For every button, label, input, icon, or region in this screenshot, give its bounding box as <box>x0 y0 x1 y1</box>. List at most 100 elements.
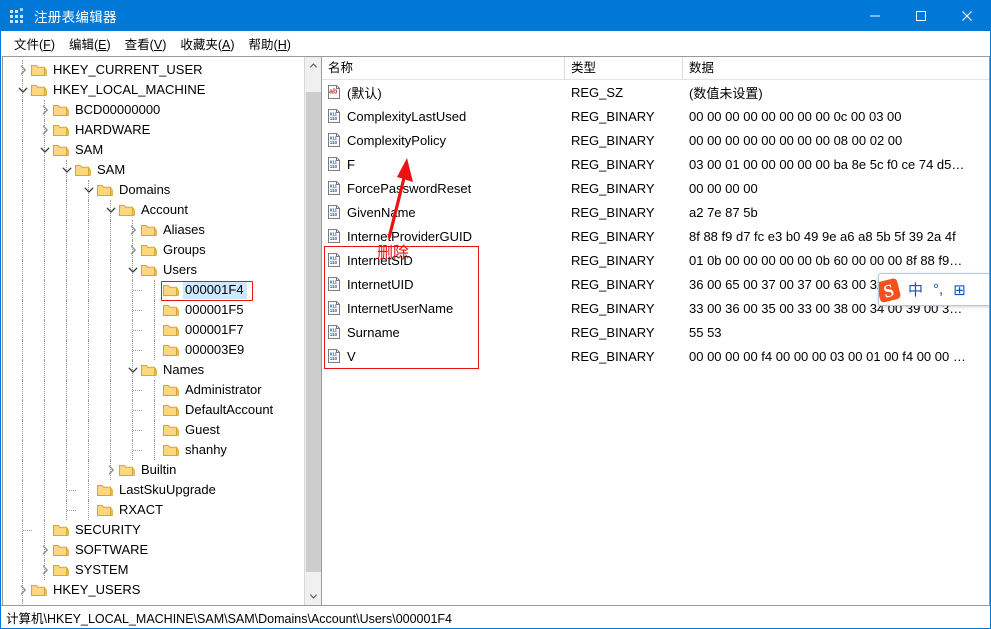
minimize-button[interactable] <box>852 1 898 31</box>
chevron-right-icon[interactable] <box>125 242 141 258</box>
tree-node-hkey-users[interactable]: HKEY_USERS <box>3 580 300 600</box>
binary-value-icon: 011 110 <box>326 180 342 196</box>
tree-node-domains[interactable]: Domains <box>3 180 300 200</box>
menu-file[interactable]: 文件(F) <box>7 32 62 55</box>
close-button[interactable] <box>944 1 990 31</box>
registry-tree[interactable]: HKEY_CURRENT_USER HKEY_LOCAL_MACHINE BCD00… <box>3 57 300 605</box>
tree-node-label: DefaultAccount <box>185 402 274 417</box>
value-row[interactable]: 011 110 InternetProviderGUID REG_BINARY 8f 8… <box>322 224 989 248</box>
tree-node-000001f7[interactable]: 000001F7 <box>3 320 300 340</box>
tree-node-000003e9[interactable]: 000003E9 <box>3 340 300 360</box>
chevron-right-icon[interactable] <box>15 62 31 78</box>
tree-node-000001f5[interactable]: 000001F5 <box>3 300 300 320</box>
scroll-up-icon[interactable] <box>305 57 321 74</box>
tree-node-hkey-local-machine[interactable]: HKEY_LOCAL_MACHINE <box>3 80 300 100</box>
value-data-cell: 03 00 01 00 00 00 00 00 ba 8e 5c f0 ce 7… <box>689 156 965 172</box>
tree-node-groups[interactable]: Groups <box>3 240 300 260</box>
tree-node-hardware[interactable]: HARDWARE <box>3 120 300 140</box>
tree-node-hkey-current-config[interactable]: HKEY_CURRENT_CONFIG <box>3 600 300 605</box>
values-list[interactable]: ab (默认) REG_SZ (数值未设置) 011 110 ComplexityLastU… <box>322 80 989 368</box>
ime-mode-chinese[interactable]: 中 <box>903 279 928 300</box>
menu-help[interactable]: 帮助(H) <box>242 32 298 55</box>
tree-node-account[interactable]: Account <box>3 200 300 220</box>
tree-node-label: LastSkuUpgrade <box>119 482 216 497</box>
tree-scrollbar[interactable] <box>304 57 321 605</box>
sogou-logo-icon[interactable]: S <box>879 275 903 305</box>
tree-node-builtin[interactable]: Builtin <box>3 460 300 480</box>
tree-node-administrator[interactable]: Administrator <box>3 380 300 400</box>
tree-node-bcd00000000[interactable]: BCD00000000 <box>3 100 300 120</box>
value-row[interactable]: 011 110 GivenName REG_BINARY a2 7e 87 5b <box>322 200 989 224</box>
column-header-name[interactable]: 名称 <box>322 57 565 79</box>
value-name-cell: 011 110 F <box>322 156 565 172</box>
svg-text:110: 110 <box>330 164 338 169</box>
tree-leaf-spacer <box>147 342 163 358</box>
tree-node-names[interactable]: Names <box>3 360 300 380</box>
value-row[interactable]: 011 110 ComplexityPolicy REG_BINARY 00 00 00… <box>322 128 989 152</box>
tree-node-rxact[interactable]: RXACT <box>3 500 300 520</box>
folder-icon <box>31 83 47 97</box>
value-row[interactable]: 011 110 ComplexityLastUsed REG_BINARY 00 00 … <box>322 104 989 128</box>
tree-node-label: HKEY_LOCAL_MACHINE <box>53 82 206 97</box>
value-row[interactable]: 011 110 V REG_BINARY 00 00 00 00 f4 00 00 00… <box>322 344 989 368</box>
value-name-cell: 011 110 Surname <box>322 324 565 340</box>
sogou-ime-bar[interactable]: S 中 °, ⊞ <box>878 273 989 306</box>
chevron-down-icon[interactable] <box>125 362 141 378</box>
chevron-right-icon[interactable] <box>37 542 53 558</box>
chevron-right-icon[interactable] <box>37 122 53 138</box>
tree-node-aliases[interactable]: Aliases <box>3 220 300 240</box>
folder-icon <box>53 103 69 117</box>
tree-node-000001f4[interactable]: 000001F4 <box>3 280 300 300</box>
chevron-down-icon[interactable] <box>81 182 97 198</box>
folder-icon <box>31 583 47 597</box>
tree-node-label: HKEY_USERS <box>53 582 141 597</box>
tree-node-sam[interactable]: SAM <box>3 160 300 180</box>
menu-view[interactable]: 查看(V) <box>118 32 174 55</box>
value-name-cell: 011 110 ComplexityLastUsed <box>322 108 565 124</box>
tree-node-users[interactable]: Users <box>3 260 300 280</box>
tree-scrollbar-thumb[interactable] <box>306 92 321 572</box>
tree-node-hkey-current-user[interactable]: HKEY_CURRENT_USER <box>3 60 300 80</box>
chevron-right-icon[interactable] <box>125 222 141 238</box>
value-type-cell: REG_BINARY <box>571 132 655 148</box>
tree-node-system[interactable]: SYSTEM <box>3 560 300 580</box>
menu-edit-accel: E <box>98 37 107 52</box>
tree-node-security[interactable]: SECURITY <box>3 520 300 540</box>
chevron-down-icon[interactable] <box>103 202 119 218</box>
value-row[interactable]: 011 110 Surname REG_BINARY 55 53 <box>322 320 989 344</box>
value-data-cell: (数值未设置) <box>689 85 763 101</box>
tree-node-label: RXACT <box>119 502 164 517</box>
value-name-label: ComplexityLastUsed <box>347 108 467 124</box>
tree-node-software[interactable]: SOFTWARE <box>3 540 300 560</box>
chevron-down-icon[interactable] <box>59 162 75 178</box>
ime-punctuation[interactable]: °, <box>928 281 948 298</box>
chevron-right-icon[interactable] <box>15 602 31 605</box>
ime-keyboard-icon[interactable]: ⊞ <box>948 281 971 299</box>
scroll-down-icon[interactable] <box>305 588 321 605</box>
tree-node-defaultaccount[interactable]: DefaultAccount <box>3 400 300 420</box>
menu-favorites[interactable]: 收藏夹(A) <box>173 32 241 55</box>
chevron-right-icon[interactable] <box>37 102 53 118</box>
menu-file-accel: F <box>43 37 51 52</box>
chevron-right-icon[interactable] <box>37 562 53 578</box>
menu-edit[interactable]: 编辑(E) <box>62 32 118 55</box>
tree-node-lastskuupgrade[interactable]: LastSkuUpgrade <box>3 480 300 500</box>
chevron-right-icon[interactable] <box>15 582 31 598</box>
registry-tree-pane: HKEY_CURRENT_USER HKEY_LOCAL_MACHINE BCD00… <box>2 56 322 605</box>
tree-node-shanhy[interactable]: shanhy <box>3 440 300 460</box>
value-name-label: F <box>347 156 355 172</box>
tree-node-sam[interactable]: SAM <box>3 140 300 160</box>
column-header-data[interactable]: 数据 <box>683 57 989 79</box>
tree-node-label: Names <box>163 362 205 377</box>
value-row[interactable]: 011 110 F REG_BINARY 03 00 01 00 00 00 00 00… <box>322 152 989 176</box>
chevron-down-icon[interactable] <box>37 142 53 158</box>
value-row[interactable]: ab (默认) REG_SZ (数值未设置) <box>322 80 989 104</box>
column-header-type[interactable]: 类型 <box>565 57 683 79</box>
chevron-down-icon[interactable] <box>125 262 141 278</box>
value-row[interactable]: 011 110 InternetSID REG_BINARY 01 0b 00 00 0… <box>322 248 989 272</box>
chevron-down-icon[interactable] <box>15 82 31 98</box>
maximize-button[interactable] <box>898 1 944 31</box>
tree-node-guest[interactable]: Guest <box>3 420 300 440</box>
chevron-right-icon[interactable] <box>103 462 119 478</box>
value-row[interactable]: 011 110 ForcePasswordReset REG_BINARY 00 00 … <box>322 176 989 200</box>
